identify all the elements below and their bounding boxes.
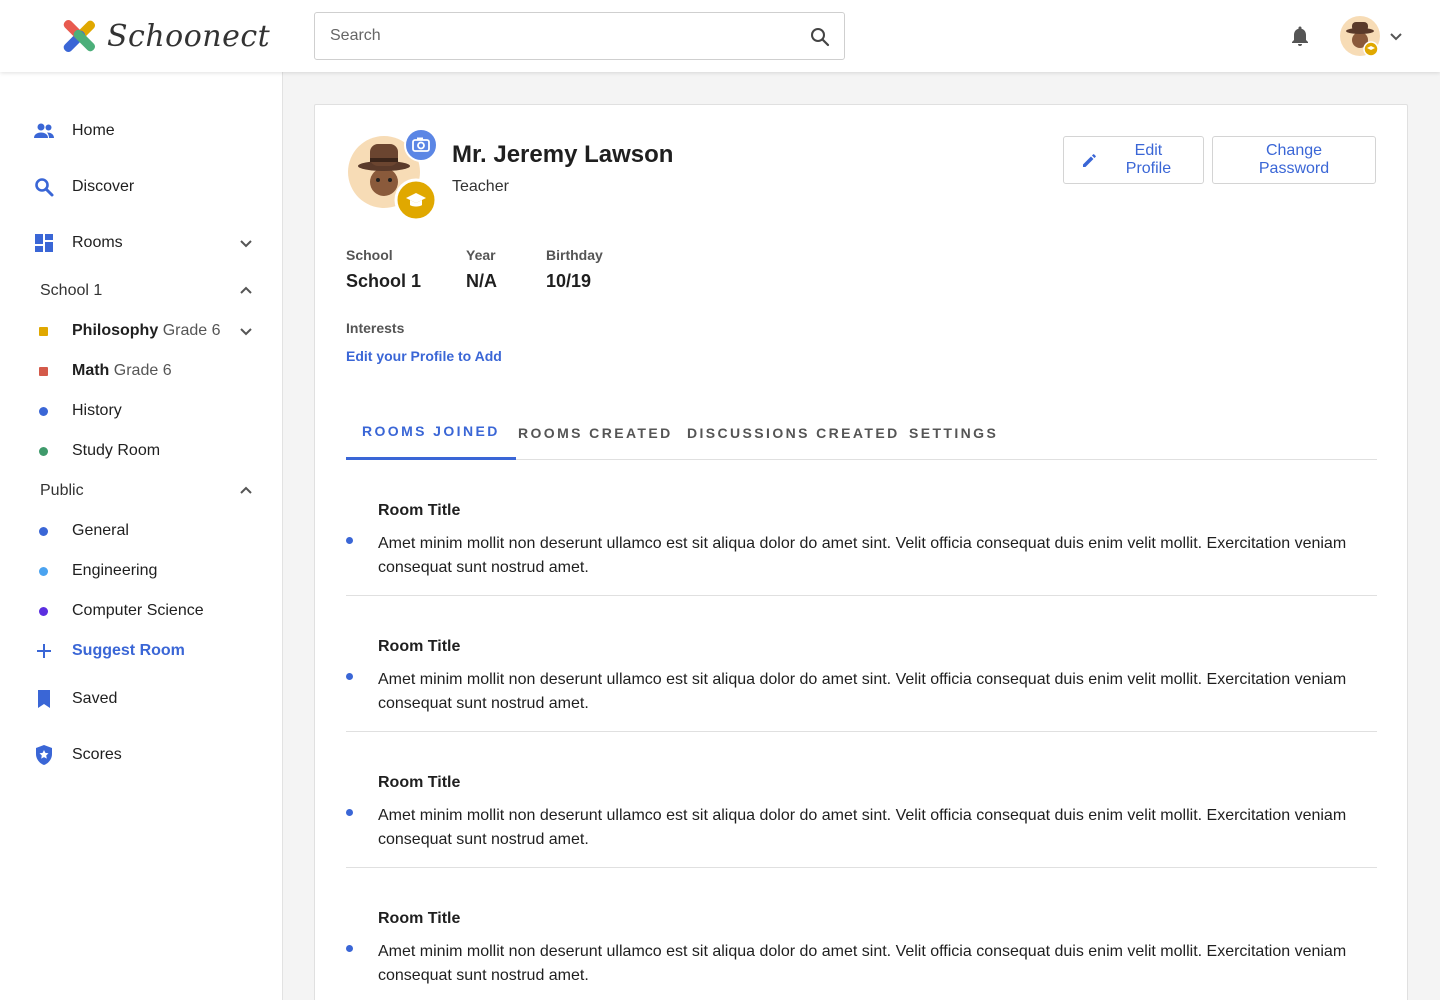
change-password-button[interactable]: Change Password <box>1212 136 1376 184</box>
room-name: Engineering <box>72 562 158 579</box>
profile-card: Mr. Jeremy Lawson Teacher Edit Profile C… <box>314 104 1408 1000</box>
bookmark-icon <box>32 687 56 711</box>
user-avatar[interactable] <box>1340 16 1380 56</box>
chevron-down-icon[interactable] <box>236 321 256 341</box>
edit-profile-label: Edit Profile <box>1125 142 1172 177</box>
app-name: Schoonect <box>107 18 271 54</box>
group-label: School 1 <box>40 282 103 299</box>
bullet-dot <box>346 537 353 544</box>
room-list-item[interactable]: Room Title Amet minim mollit non deserun… <box>346 732 1377 868</box>
room-list-item[interactable]: Room Title Amet minim mollit non deserun… <box>346 460 1377 596</box>
sidebar-item-discover[interactable]: Discover <box>0 167 282 207</box>
room-description: Amet minim mollit non deserunt ullamco e… <box>378 943 1347 984</box>
dashboard-icon <box>32 231 56 255</box>
bell-icon[interactable] <box>1288 24 1312 48</box>
group-public[interactable]: Public <box>0 473 282 509</box>
tab-settings[interactable]: SETTINGS <box>909 405 998 460</box>
room-grade: Grade 6 <box>113 362 172 379</box>
room-grade: Grade 6 <box>162 322 221 339</box>
search-input[interactable] <box>315 13 775 59</box>
camera-icon[interactable] <box>404 128 438 162</box>
sidebar-item-study-room[interactable]: Study Room <box>0 431 282 471</box>
chevron-down-icon[interactable] <box>236 233 256 253</box>
room-name: General <box>72 522 129 539</box>
room-name: Philosophy <box>72 322 159 339</box>
search-bar <box>314 12 845 60</box>
tab-discussions-created[interactable]: DISCUSSIONS CREATED <box>687 405 900 460</box>
top-bar: Schoonect <box>0 0 1440 72</box>
sidebar-item-saved[interactable]: Saved <box>0 679 282 719</box>
group-label: Public <box>40 482 84 499</box>
room-name: Computer Science <box>72 602 204 619</box>
year-value: N/A <box>466 271 497 291</box>
bullet-dot <box>346 673 353 680</box>
group-school[interactable]: School 1 <box>0 273 282 309</box>
search-icon <box>32 175 56 199</box>
sidebar-item-computer-science[interactable]: Computer Science <box>0 591 282 631</box>
room-list-item[interactable]: Room Title Amet minim mollit non deserun… <box>346 596 1377 732</box>
birthday-label: Birthday <box>546 247 603 263</box>
profile-tabs: ROOMS JOINED ROOMS CREATED DISCUSSIONS C… <box>346 405 1377 460</box>
sidebar-item-label: Scores <box>72 746 122 763</box>
room-color-dot <box>39 407 48 416</box>
sidebar-item-label: Suggest Room <box>72 642 185 659</box>
sidebar-item-label: Discover <box>72 178 135 195</box>
sidebar-item-scores[interactable]: Scores <box>0 735 282 775</box>
room-color-dot <box>39 567 48 576</box>
school-value: School 1 <box>346 271 422 291</box>
room-description: Amet minim mollit non deserunt ullamco e… <box>378 535 1347 576</box>
interests-label: Interests <box>346 320 405 336</box>
sidebar-item-rooms[interactable]: Rooms <box>0 223 282 263</box>
room-list-item[interactable]: Room Title Amet minim mollit non deserun… <box>346 868 1377 1000</box>
edit-profile-button[interactable]: Edit Profile <box>1063 136 1204 184</box>
chevron-down-icon[interactable] <box>1386 26 1406 46</box>
room-color-dot <box>39 607 48 616</box>
chevron-up-icon[interactable] <box>236 481 256 501</box>
sidebar-item-label: Rooms <box>72 234 123 251</box>
room-color-dot <box>39 447 48 456</box>
year-label: Year <box>466 247 496 263</box>
room-title: Room Title <box>378 774 461 791</box>
edit-interests-link[interactable]: Edit your Profile to Add <box>346 348 502 364</box>
sidebar-item-math[interactable]: Math Grade 6 <box>0 351 282 391</box>
sidebar-item-label: Home <box>72 122 115 139</box>
room-description: Amet minim mollit non deserunt ullamco e… <box>378 671 1347 712</box>
profile-role: Teacher <box>452 178 509 195</box>
room-name: Math <box>72 362 110 379</box>
tab-rooms-joined[interactable]: ROOMS JOINED <box>346 405 516 460</box>
room-title: Room Title <box>378 910 461 927</box>
bullet-dot <box>346 945 353 952</box>
room-color-dot <box>39 527 48 536</box>
sidebar-item-engineering[interactable]: Engineering <box>0 551 282 591</box>
suggest-room-button[interactable]: Suggest Room <box>0 631 282 671</box>
shield-icon <box>32 743 56 767</box>
app-logo[interactable]: Schoonect <box>57 14 270 58</box>
sidebar-item-home[interactable]: Home <box>0 111 282 151</box>
school-label: School <box>346 247 393 263</box>
sidebar-item-philosophy[interactable]: Philosophy Grade 6 <box>0 311 282 351</box>
room-title: Room Title <box>378 638 461 655</box>
birthday-value: 10/19 <box>546 271 592 291</box>
pencil-icon <box>1082 154 1096 167</box>
room-name: Study Room <box>72 442 161 459</box>
chevron-up-icon[interactable] <box>236 281 256 301</box>
room-title: Room Title <box>378 502 461 519</box>
people-icon <box>32 119 56 143</box>
sidebar-item-label: Saved <box>72 690 118 707</box>
sidebar-item-history[interactable]: History <box>0 391 282 431</box>
room-color-marker <box>39 327 48 336</box>
profile-name: Mr. Jeremy Lawson <box>452 141 674 168</box>
room-description: Amet minim mollit non deserunt ullamco e… <box>378 807 1347 848</box>
plus-icon <box>32 639 56 663</box>
sidebar-item-general[interactable]: General <box>0 511 282 551</box>
room-name: History <box>72 402 122 419</box>
search-icon[interactable] <box>808 25 832 49</box>
sidebar: Home Discover Rooms School 1 Philosophy … <box>0 72 283 1000</box>
bullet-dot <box>346 809 353 816</box>
logo-icon <box>63 19 96 53</box>
tab-rooms-created[interactable]: ROOMS CREATED <box>518 405 673 460</box>
room-color-marker <box>39 367 48 376</box>
